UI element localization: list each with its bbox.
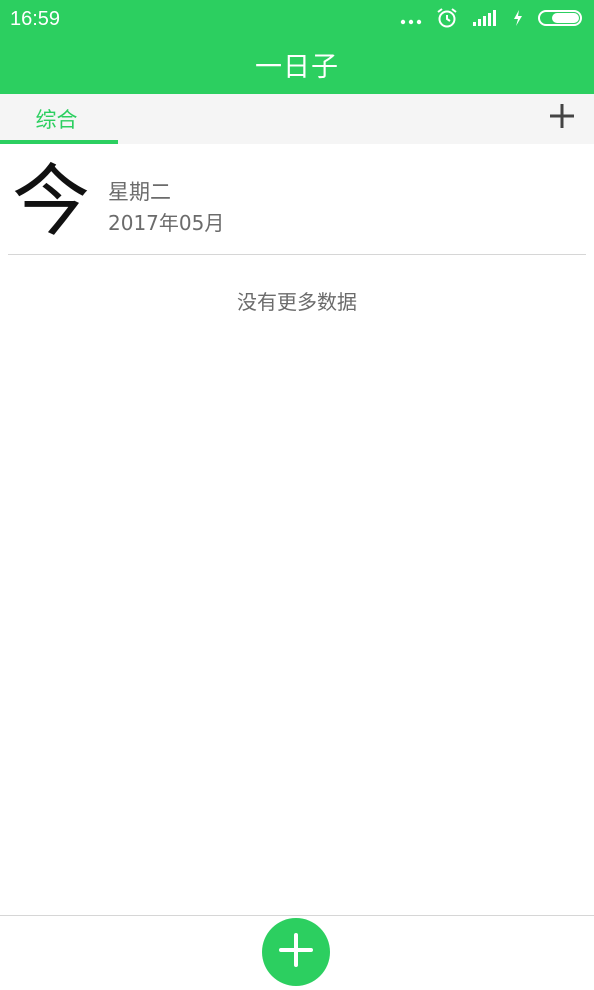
bottom-divider (0, 915, 594, 916)
charging-icon (512, 9, 524, 31)
day-character: 今 (12, 157, 91, 247)
battery-icon (538, 9, 584, 31)
plus-icon (277, 931, 315, 973)
tab-indicator (0, 140, 118, 144)
list-item[interactable]: 今 星期二 2017年05月 (8, 162, 586, 255)
month-label: 2017年05月 (108, 211, 225, 235)
status-bar: 16:59 (0, 0, 594, 40)
add-entry-button[interactable] (262, 918, 330, 986)
weekday-label: 星期二 (108, 180, 171, 204)
list-end-message: 没有更多数据 (237, 290, 357, 314)
status-time: 16:59 (10, 8, 61, 30)
add-tab-button[interactable] (544, 100, 580, 136)
more-dots-icon (400, 11, 422, 30)
alarm-clock-icon (436, 7, 458, 33)
tab-label: 综合 (35, 108, 78, 132)
app-header: 16:59 一日子 (0, 0, 594, 94)
signal-icon (472, 9, 498, 31)
status-icons (400, 6, 584, 34)
tab-overview[interactable]: 综合 (0, 94, 118, 144)
tab-bar: 综合 (0, 94, 594, 144)
plus-icon (548, 102, 576, 134)
app-title: 一日子 (255, 52, 339, 83)
